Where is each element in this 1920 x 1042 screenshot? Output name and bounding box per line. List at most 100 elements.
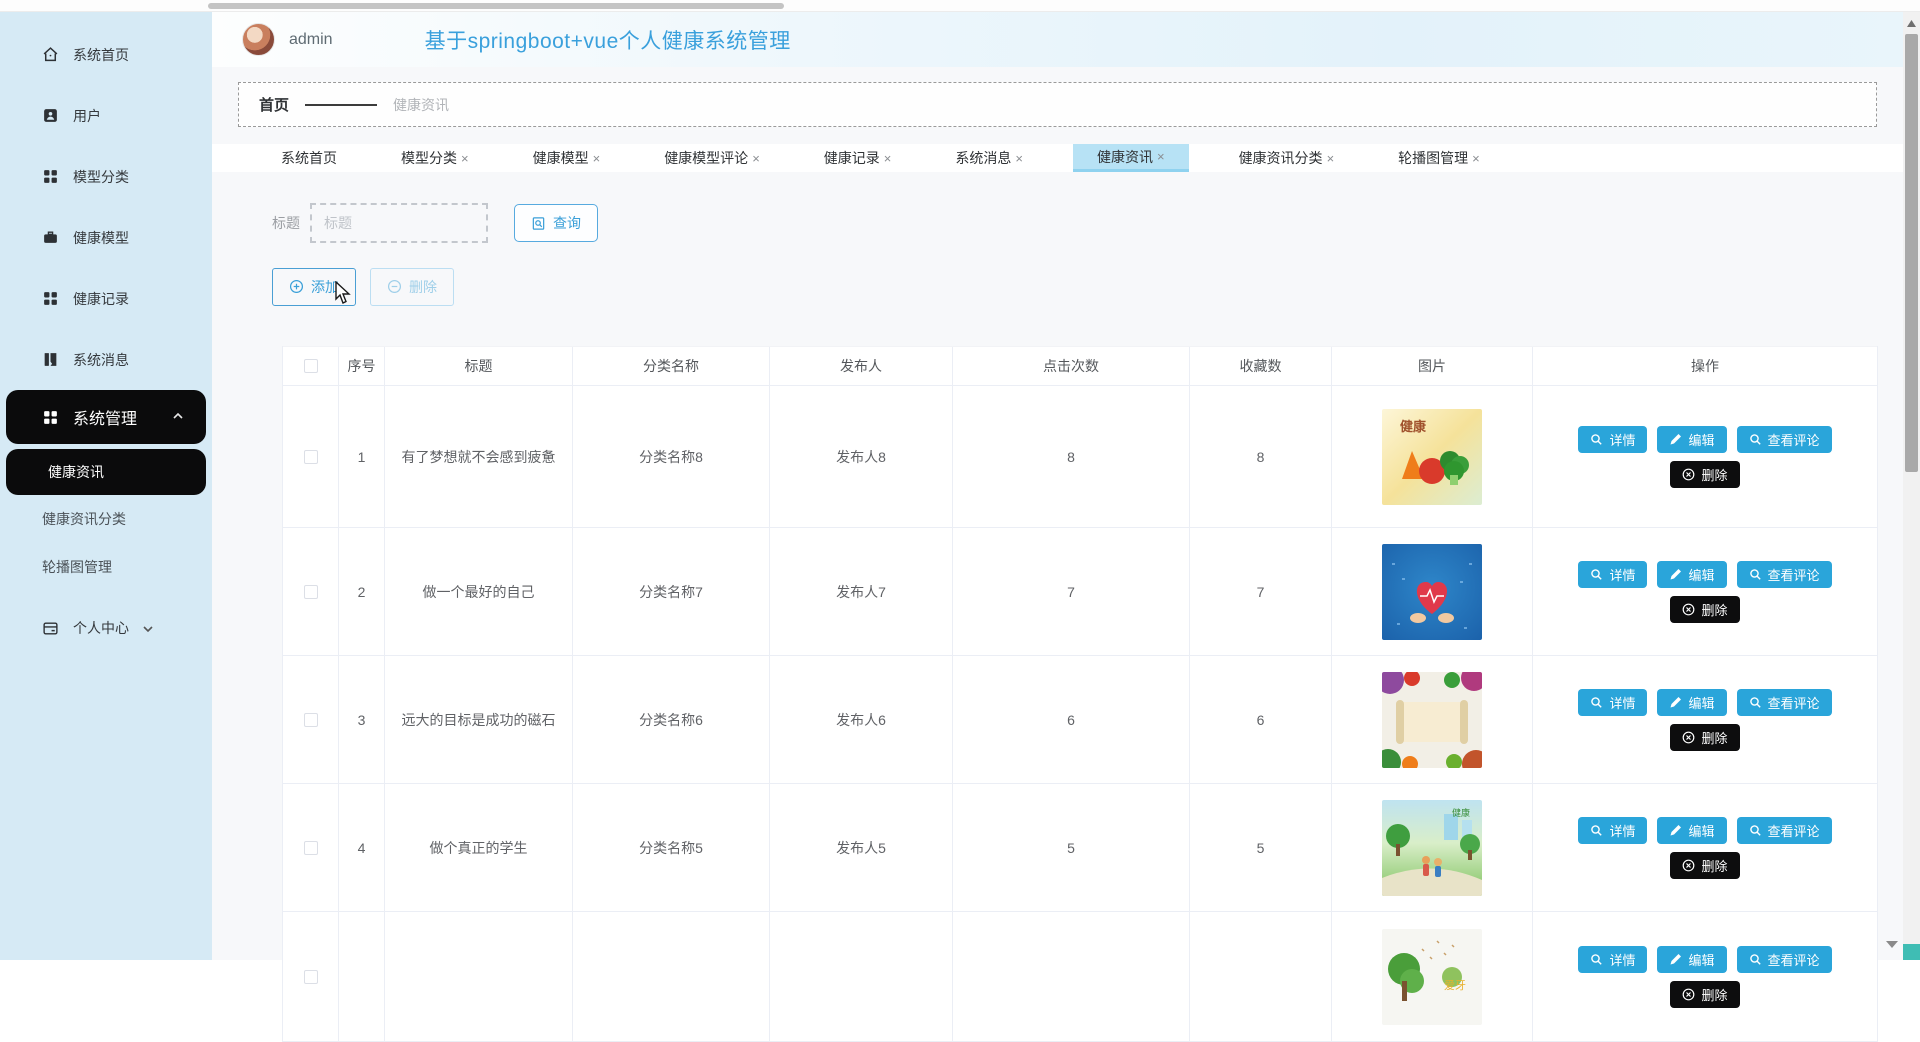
view-comments-button[interactable]: 查看评论 [1737, 561, 1832, 588]
row-category: 分类名称7 [573, 528, 770, 655]
row-image-park-walking: 健康 [1382, 800, 1482, 896]
circle-x-icon [1682, 603, 1695, 616]
row-checkbox[interactable] [304, 841, 318, 855]
select-all-checkbox[interactable] [304, 359, 318, 373]
delete-row-button[interactable]: 删除 [1670, 981, 1739, 1008]
sidebar: 系统首页 用户 模型分类 健康模型 健康记录 系统消息 系统管理 健康资讯 健康… [0, 12, 212, 960]
magnifier-icon [1749, 568, 1762, 581]
minus-circle-icon [387, 279, 402, 294]
sidebar-item-label: 系统消息 [73, 350, 129, 370]
row-clicks: 7 [953, 528, 1190, 655]
row-index: 4 [339, 784, 385, 911]
detail-button[interactable]: 详情 [1578, 817, 1647, 844]
page-title: 基于springboot+vue个人健康系统管理 [425, 25, 791, 55]
edit-button[interactable]: 编辑 [1657, 817, 1726, 844]
delete-row-button[interactable]: 删除 [1670, 724, 1739, 751]
scrollbar-thumb[interactable] [1905, 34, 1918, 472]
plus-circle-icon [289, 279, 304, 294]
delete-row-button[interactable]: 删除 [1670, 596, 1739, 623]
row-title: 远大的目标是成功的磁石 [385, 656, 573, 783]
magnifier-icon [1749, 953, 1762, 966]
tab-close-icon[interactable]: × [593, 151, 601, 166]
title-search-input[interactable] [310, 203, 488, 243]
row-index: 2 [339, 528, 385, 655]
row-checkbox[interactable] [304, 585, 318, 599]
table-row: 2 做一个最好的自己 分类名称7 发布人7 7 7 详情 编辑 查看评论 删除 [283, 528, 1877, 656]
circle-x-icon [1682, 468, 1695, 481]
view-comments-button[interactable]: 查看评论 [1737, 689, 1832, 716]
row-image-vegetables-health: 健康 [1382, 409, 1482, 505]
search-label: 标题 [272, 213, 300, 233]
edit-button[interactable]: 编辑 [1657, 426, 1726, 453]
sidebar-subitem-health-news[interactable]: 健康资讯 [6, 449, 206, 495]
row-category: 分类名称8 [573, 386, 770, 527]
delete-row-button[interactable]: 删除 [1670, 461, 1739, 488]
add-button[interactable]: 添加 [272, 268, 356, 306]
edit-button[interactable]: 编辑 [1657, 946, 1726, 973]
tab-close-icon[interactable]: × [1157, 149, 1165, 164]
sidebar-item-model-category[interactable]: 模型分类 [0, 146, 212, 207]
detail-button[interactable]: 详情 [1578, 946, 1647, 973]
tab-health-record[interactable]: 健康记录× [810, 144, 906, 172]
scroll-down-arrow-icon[interactable] [1884, 936, 1900, 952]
tab-close-icon[interactable]: × [1015, 151, 1023, 166]
detail-button[interactable]: 详情 [1578, 426, 1647, 453]
sidebar-item-health-model[interactable]: 健康模型 [0, 207, 212, 268]
tab-health-model[interactable]: 健康模型× [519, 144, 615, 172]
delete-button[interactable]: 删除 [370, 268, 454, 306]
sidebar-item-system-management[interactable]: 系统管理 [6, 390, 206, 444]
tab-model-category[interactable]: 模型分类× [387, 144, 483, 172]
tab-system-message[interactable]: 系统消息× [941, 144, 1037, 172]
svg-text:健康: 健康 [1400, 419, 1427, 434]
tab-close-icon[interactable]: × [884, 151, 892, 166]
detail-button[interactable]: 详情 [1578, 561, 1647, 588]
magnifier-icon [1590, 953, 1603, 966]
breadcrumb-current: 健康资讯 [393, 95, 449, 115]
sidebar-subitem-health-news-category[interactable]: 健康资讯分类 [0, 495, 212, 543]
sidebar-subitem-carousel-management[interactable]: 轮播图管理 [0, 543, 212, 591]
vertical-scrollbar[interactable] [1903, 12, 1920, 960]
sidebar-item-health-record[interactable]: 健康记录 [0, 268, 212, 329]
query-button[interactable]: 查询 [514, 204, 598, 242]
row-favorites: 7 [1190, 528, 1332, 655]
row-checkbox[interactable] [304, 450, 318, 464]
edit-button[interactable]: 编辑 [1657, 689, 1726, 716]
sidebar-item-users[interactable]: 用户 [0, 85, 212, 146]
sidebar-item-system-message[interactable]: 系统消息 [0, 329, 212, 390]
row-title [385, 912, 573, 1041]
sidebar-item-personal-center[interactable]: 个人中心 [0, 599, 212, 657]
detail-button[interactable]: 详情 [1578, 689, 1647, 716]
tab-close-icon[interactable]: × [1472, 151, 1480, 166]
tab-system-home[interactable]: 系统首页 [267, 144, 351, 172]
tab-close-icon[interactable]: × [1327, 151, 1335, 166]
view-comments-button[interactable]: 查看评论 [1737, 817, 1832, 844]
magnifier-icon [1590, 433, 1603, 446]
row-title: 有了梦想就不会感到疲惫 [385, 386, 573, 527]
scrollbar-up-arrow[interactable] [1903, 14, 1920, 32]
row-clicks: 6 [953, 656, 1190, 783]
top-strip [0, 0, 1920, 12]
row-clicks: 8 [953, 386, 1190, 527]
tab-close-icon[interactable]: × [461, 151, 469, 166]
breadcrumb-separator [305, 104, 377, 106]
magnifier-icon [1749, 433, 1762, 446]
row-checkbox[interactable] [304, 713, 318, 727]
grid-icon [42, 409, 59, 426]
tab-health-news-category[interactable]: 健康资讯分类× [1225, 144, 1349, 172]
toolbar: 添加 删除 [272, 267, 1903, 306]
avatar[interactable] [242, 23, 275, 56]
view-comments-button[interactable]: 查看评论 [1737, 426, 1832, 453]
row-image-green-trees: 爱牙 [1382, 929, 1482, 1025]
delete-row-button[interactable]: 删除 [1670, 852, 1739, 879]
sidebar-item-system-home[interactable]: 系统首页 [0, 24, 212, 85]
tab-health-news[interactable]: 健康资讯× [1073, 144, 1189, 172]
tab-carousel-management[interactable]: 轮播图管理× [1384, 144, 1494, 172]
edit-button[interactable]: 编辑 [1657, 561, 1726, 588]
view-comments-button[interactable]: 查看评论 [1737, 946, 1832, 973]
row-clicks [953, 912, 1190, 1041]
tab-close-icon[interactable]: × [752, 151, 760, 166]
tab-health-model-comments[interactable]: 健康模型评论× [650, 144, 774, 172]
breadcrumb-root[interactable]: 首页 [259, 94, 289, 115]
row-checkbox[interactable] [304, 970, 318, 984]
pencil-icon [1669, 824, 1682, 837]
